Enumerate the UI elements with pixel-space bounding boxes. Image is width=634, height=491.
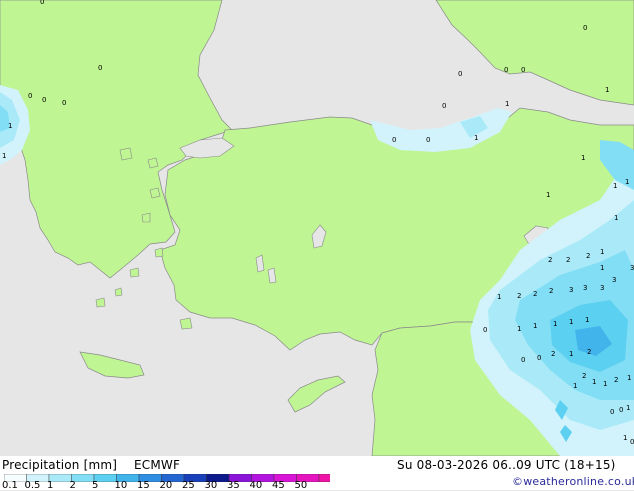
point-value-label: 0 xyxy=(610,408,614,416)
point-value-label: 1 xyxy=(2,152,6,160)
colorbar-tick-label: 45 xyxy=(272,480,285,491)
point-value-label: 1 xyxy=(614,214,618,222)
model-name: ECMWF xyxy=(134,458,181,472)
legend-title: Precipitation [mm] xyxy=(2,458,118,472)
colorbar-tick-label: 5 xyxy=(92,480,99,491)
point-value-label: 0 xyxy=(98,64,102,72)
colorbar-tick-label: 15 xyxy=(137,480,150,491)
point-value-label: 2 xyxy=(614,376,618,384)
point-value-label: 1 xyxy=(600,264,604,272)
point-value-label: 0 xyxy=(392,136,396,144)
point-value-label: 2 xyxy=(587,348,591,356)
point-value-label: 1 xyxy=(592,378,596,386)
point-value-label: 1 xyxy=(581,154,585,162)
point-value-label: 1 xyxy=(474,134,478,142)
credit-text: ©weatheronline.co.uk xyxy=(512,475,634,488)
point-value-label: 0 xyxy=(537,354,541,362)
point-value-label: 0 xyxy=(40,0,44,6)
point-value-label: 1 xyxy=(569,350,573,358)
point-value-label: 1 xyxy=(497,293,501,301)
point-value-label: 3 xyxy=(612,276,616,284)
point-value-label: 1 xyxy=(627,374,631,382)
point-value-label: 1 xyxy=(8,122,12,130)
point-value-label: 0 xyxy=(504,66,508,74)
point-value-label: 0 xyxy=(619,406,623,414)
point-value-label: 2 xyxy=(586,252,590,260)
colorbar-tick-label: 25 xyxy=(182,480,195,491)
point-value-label: 0 xyxy=(583,24,587,32)
point-value-label: 2 xyxy=(551,350,555,358)
point-value-label: 0 xyxy=(630,438,634,446)
point-value-label: 1 xyxy=(613,182,617,190)
colorbar-tick-label: 50 xyxy=(294,480,308,491)
point-value-label: 2 xyxy=(548,256,552,264)
colorbar-tick-label: 40 xyxy=(249,480,263,491)
point-value-label: 3 xyxy=(630,264,634,272)
point-value-label: 0 xyxy=(442,102,446,110)
point-value-label: 2 xyxy=(517,292,521,300)
point-value-label: 3 xyxy=(583,284,587,292)
point-value-label: 1 xyxy=(533,322,537,330)
point-value-label: 1 xyxy=(603,380,607,388)
point-value-label: 0 xyxy=(42,96,46,104)
point-value-label: 1 xyxy=(600,248,604,256)
colorbar-tick-label: 0.5 xyxy=(24,480,41,491)
point-value-label: 1 xyxy=(573,382,577,390)
colorbar-tick-label: 30 xyxy=(204,480,218,491)
point-value-label: 0 xyxy=(62,99,66,107)
colorbar-segment xyxy=(318,474,330,482)
point-value-label: 1 xyxy=(625,178,629,186)
point-value-label: 2 xyxy=(582,372,586,380)
colorbar-tick-label: 1 xyxy=(47,480,54,491)
precipitation-map[interactable]: 000 0000 0000 011111 1111112 222 2 2 3 3 33311 100 0… xyxy=(0,0,634,456)
point-value-label: 3 xyxy=(569,286,573,294)
point-value-label: 0 xyxy=(28,92,32,100)
colorbar-tick-label: 10 xyxy=(114,480,128,491)
point-value-label: 1 xyxy=(569,318,573,326)
legend-footer: Precipitation [mm] ECMWF Su 08-03-2026 0… xyxy=(0,456,634,491)
point-value-label: 1 xyxy=(626,404,630,412)
point-value-label: 0 xyxy=(458,70,462,78)
colorbar-tick-label: 0.1 xyxy=(2,480,18,491)
point-value-label: 0 xyxy=(483,326,487,334)
point-value-label: 0 xyxy=(521,66,525,74)
point-value-label: 2 xyxy=(549,287,553,295)
point-value-label: 0 xyxy=(521,356,525,364)
colorbar-tick-label: 20 xyxy=(159,480,173,491)
point-value-label: 1 xyxy=(505,100,509,108)
point-value-label: 3 xyxy=(600,284,604,292)
point-value-label: 1 xyxy=(585,316,589,324)
point-value-label: 2 xyxy=(533,290,537,298)
point-value-label: 1 xyxy=(605,86,609,94)
point-value-label: 1 xyxy=(517,325,521,333)
point-value-label: 1 xyxy=(553,320,557,328)
colorbar-tick-label: 2 xyxy=(69,480,76,491)
point-value-label: 1 xyxy=(546,191,550,199)
point-value-label: 1 xyxy=(623,434,627,442)
point-value-label: 2 xyxy=(566,256,570,264)
point-value-label: 0 xyxy=(426,136,430,144)
colorbar-tick-label: 35 xyxy=(227,480,240,491)
valid-datetime: Su 08-03-2026 06..09 UTC (18+15) xyxy=(397,458,616,472)
